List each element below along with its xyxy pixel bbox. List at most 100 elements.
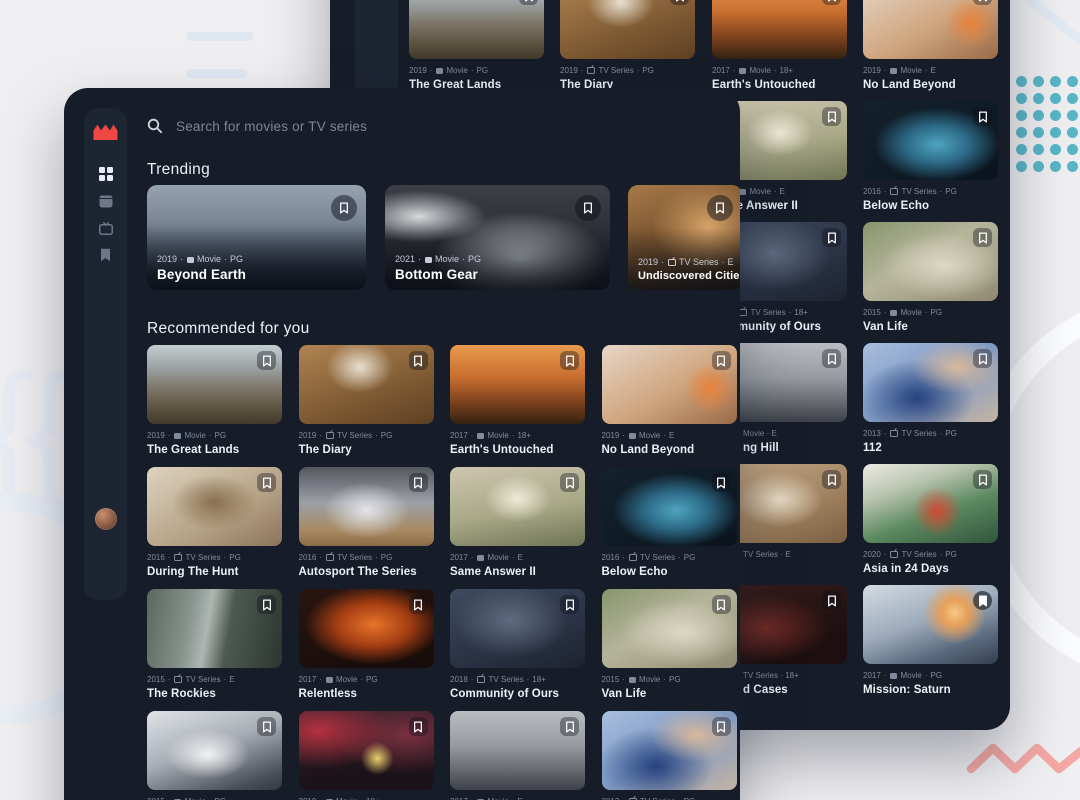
card-meta: 2021·Movie·PG xyxy=(395,254,606,264)
decor-zigzag xyxy=(966,742,1080,776)
bookmark-icon[interactable] xyxy=(257,473,276,492)
bookmark-icon[interactable] xyxy=(712,717,731,736)
sidebar-item-movies[interactable] xyxy=(99,194,113,208)
bookmark-icon[interactable] xyxy=(409,351,428,370)
bookmark-icon[interactable] xyxy=(257,351,276,370)
decor-dot xyxy=(1067,127,1078,138)
movie-card[interactable]: 2019·TV Series·PGThe Diary xyxy=(299,345,434,467)
tv-type-icon xyxy=(739,309,747,316)
bookmark-icon[interactable] xyxy=(822,107,841,126)
movie-card[interactable]: 2016·TV Series·PGBelow Echo xyxy=(863,101,998,212)
card-title: Earth's Untouched xyxy=(450,444,585,456)
sidebar-item-bookmarks[interactable] xyxy=(99,248,113,262)
bookmark-icon[interactable] xyxy=(973,107,992,126)
card-title: The Great Lands xyxy=(147,444,282,456)
bookmark-icon[interactable] xyxy=(712,351,731,370)
card-meta: 2018·TV Series·18+ xyxy=(450,675,585,684)
card-meta: 2019·Movie·E xyxy=(863,66,998,75)
movie-card[interactable]: 2013·TV Series·PG112 xyxy=(863,343,998,454)
bookmark-icon[interactable] xyxy=(973,228,992,247)
movie-card[interactable]: 2019·Movie·18+ xyxy=(299,711,434,800)
app-logo[interactable] xyxy=(92,122,119,141)
movie-card[interactable]: 2016·TV Series·PGAutosport The Series xyxy=(299,467,434,589)
movie-card[interactable]: 2019·Movie·ENo Land Beyond xyxy=(863,0,998,91)
movie-type-icon xyxy=(477,555,484,561)
card-title: During The Hunt xyxy=(147,566,282,578)
movie-card[interactable]: 2015·Movie·PGVan Life xyxy=(863,222,998,333)
movie-card[interactable]: 2016·TV Series·PGBelow Echo xyxy=(602,467,737,589)
bookmark-icon[interactable] xyxy=(712,473,731,492)
bookmark-icon[interactable] xyxy=(331,195,357,221)
card-meta: 2015·Movie·PG xyxy=(863,308,998,317)
movie-type-icon xyxy=(890,68,897,74)
bookmark-icon[interactable] xyxy=(973,470,992,489)
movie-card[interactable]: 2016·TV Series·PGDuring The Hunt xyxy=(147,467,282,589)
app-window: Search for movies or TV series Trending … xyxy=(64,88,740,800)
movie-card[interactable]: 2019·TV Series·EUndiscovered Cities xyxy=(628,185,740,290)
movie-card[interactable]: 2017·Movie·E xyxy=(450,711,585,800)
movie-card[interactable]: 2015·Movie·PGVan Life xyxy=(602,589,737,711)
card-title: Asia in 24 Days xyxy=(863,563,998,575)
bookmark-icon[interactable] xyxy=(409,595,428,614)
bookmark-icon[interactable] xyxy=(257,595,276,614)
sidebar-item-tv[interactable] xyxy=(99,221,113,235)
bookmark-icon[interactable] xyxy=(560,351,579,370)
card-info: 2019·Movie·PGBeyond Earth xyxy=(157,254,362,282)
movie-type-icon xyxy=(890,310,897,316)
tv-type-icon xyxy=(890,430,898,437)
sidebar-item-dashboard[interactable] xyxy=(99,167,113,181)
bookmark-icon[interactable] xyxy=(257,717,276,736)
card-title: Bottom Gear xyxy=(395,267,606,282)
bookmark-icon[interactable] xyxy=(560,473,579,492)
movie-card[interactable]: 2017·Movie·18+Earth's Untouched xyxy=(712,0,847,91)
movie-card[interactable]: 2013·TV Series·PG xyxy=(602,711,737,800)
bookmark-icon[interactable] xyxy=(822,591,841,610)
bookmark-icon[interactable] xyxy=(409,717,428,736)
card-meta: 2017·Movie·18+ xyxy=(450,431,585,440)
movie-card[interactable]: 2019·Movie·PGBeyond Earth xyxy=(147,185,366,290)
movie-card[interactable]: 2020·TV Series·PGAsia in 24 Days xyxy=(863,464,998,575)
bookmark-icon[interactable] xyxy=(822,349,841,368)
bookmark-icon[interactable] xyxy=(707,195,733,221)
bookmark-icon[interactable] xyxy=(973,591,992,610)
movie-card[interactable]: 2019·Movie·ENo Land Beyond xyxy=(602,345,737,467)
bookmark-icon[interactable] xyxy=(560,595,579,614)
bookmark-icon[interactable] xyxy=(560,717,579,736)
movie-card[interactable]: 2019·TV Series·PGThe Diary xyxy=(560,0,695,91)
card-title: 112 xyxy=(863,442,998,454)
bookmark-icon[interactable] xyxy=(409,473,428,492)
movie-card[interactable]: 2017·Movie·18+ Earth's Untouched xyxy=(450,345,585,467)
card-title: Community of Ours xyxy=(450,688,585,700)
avatar[interactable] xyxy=(95,508,117,530)
bookmark-icon[interactable] xyxy=(822,228,841,247)
movie-type-icon xyxy=(739,68,746,74)
card-title: Autosport The Series xyxy=(299,566,434,578)
card-meta: 2016·TV Series·PG xyxy=(602,553,737,562)
search-bar[interactable]: Search for movies or TV series xyxy=(147,118,367,134)
card-meta: 2017·Movie·PG xyxy=(299,675,434,684)
tv-type-icon xyxy=(174,676,182,683)
bookmark-icon[interactable] xyxy=(822,470,841,489)
sidebar xyxy=(84,108,127,600)
movie-type-icon xyxy=(629,433,636,439)
decor-dot xyxy=(1050,76,1061,87)
movie-card[interactable]: 2019·Movie·PGThe Great Lands xyxy=(409,0,544,91)
movie-card[interactable]: 2017·Movie·PGRelentless xyxy=(299,589,434,711)
movie-card[interactable]: 2015·Movie·PG xyxy=(147,711,282,800)
movie-card[interactable]: 2018·TV Series·18+ Community of Ours xyxy=(450,589,585,711)
movie-card[interactable]: 2015·TV Series·EThe Rockies xyxy=(147,589,282,711)
bookmark-icon[interactable] xyxy=(712,595,731,614)
sidebar-nav xyxy=(99,167,113,262)
card-meta: 2019·TV Series·E xyxy=(638,257,738,267)
bookmark-icon[interactable] xyxy=(973,349,992,368)
recommended-grid: 2019·Movie·PGThe Great Lands2019·TV Seri… xyxy=(147,345,737,800)
movie-card[interactable]: 2017·Movie·PGMission: Saturn xyxy=(863,585,998,696)
movie-card[interactable]: 2021·Movie·PG Bottom Gear xyxy=(385,185,610,290)
decor-dot xyxy=(1033,110,1044,121)
bookmark-icon[interactable] xyxy=(575,195,601,221)
decor-dot xyxy=(1016,93,1027,104)
movie-card[interactable]: 2017·Movie·ESame Answer II xyxy=(450,467,585,589)
tv-type-icon xyxy=(477,676,485,683)
movie-card[interactable]: 2019·Movie·PGThe Great Lands xyxy=(147,345,282,467)
movie-type-icon xyxy=(187,257,194,263)
